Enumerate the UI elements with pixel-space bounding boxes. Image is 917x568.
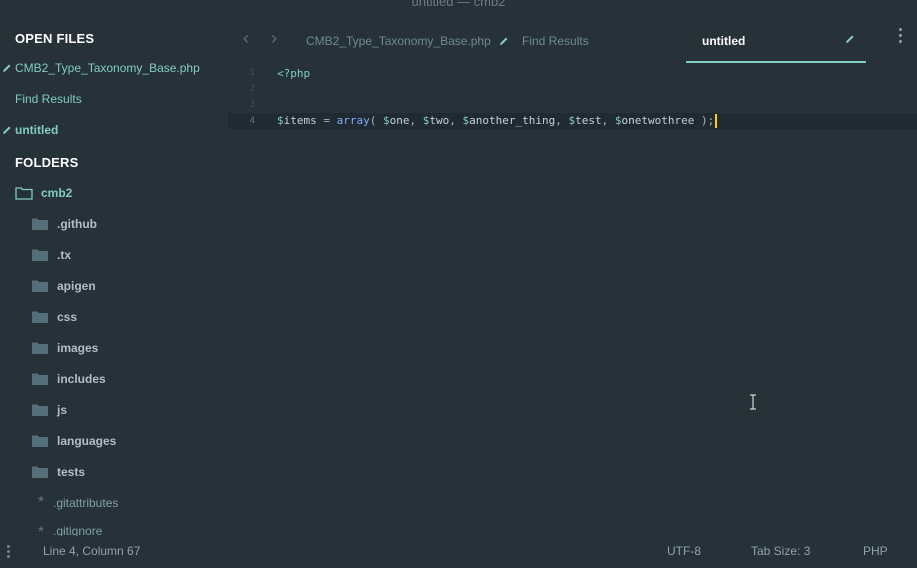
folder-item[interactable]: js — [31, 400, 67, 420]
tab-cmb2-type-taxonomy-base[interactable]: CMB2_Type_Taxonomy_Base.php — [306, 20, 509, 62]
folder-icon — [32, 404, 48, 416]
asterisk-icon: * — [37, 494, 45, 511]
folder-label: apigen — [57, 279, 96, 293]
code-line: 2 — [228, 81, 917, 97]
pencil-icon — [3, 126, 11, 134]
code-editor[interactable]: 1 <?php 2 3 4 $items = array( $one, $two… — [228, 64, 917, 536]
tab-find-results[interactable]: Find Results — [522, 20, 589, 62]
file-label: .gitattributes — [53, 496, 119, 510]
tab-size-selector[interactable]: Tab Size: 3 — [751, 544, 810, 558]
folder-icon — [32, 280, 48, 292]
status-bar: Line 4, Column 67 UTF-8 Tab Size: 3 PHP — [0, 536, 917, 568]
tab-label: Find Results — [522, 34, 589, 48]
folder-label: languages — [57, 434, 117, 448]
file-label: .gitignore — [53, 524, 103, 536]
folder-item[interactable]: .tx — [31, 245, 71, 265]
folder-label: css — [57, 310, 78, 324]
folder-item[interactable]: languages — [31, 431, 116, 451]
folder-label: .tx — [57, 248, 72, 262]
folder-item[interactable]: tests — [31, 462, 85, 482]
code-text: <?php — [277, 66, 311, 80]
open-file-item-active[interactable]: untitled — [0, 120, 58, 140]
tab-label: untitled — [702, 34, 746, 48]
folder-icon — [32, 311, 48, 323]
cursor-position: Line 4, Column 67 — [43, 544, 141, 558]
folder-item[interactable]: apigen — [31, 276, 96, 296]
folder-label: js — [57, 403, 68, 417]
folder-icon — [32, 466, 48, 478]
folder-item[interactable]: .github — [31, 214, 97, 234]
folder-icon — [32, 342, 48, 354]
open-file-label: CMB2_Type_Taxonomy_Base.php — [15, 61, 200, 75]
folder-label: .github — [57, 217, 97, 231]
tab-bar: ‹ › CMB2_Type_Taxonomy_Base.php Find Res… — [228, 20, 917, 64]
folder-label: cmb2 — [41, 186, 73, 200]
folder-label: includes — [57, 372, 106, 386]
file-item[interactable]: * .gitattributes — [35, 493, 119, 513]
folder-icon — [32, 218, 48, 230]
pencil-icon — [499, 37, 508, 45]
tab-label: CMB2_Type_Taxonomy_Base.php — [306, 34, 491, 48]
folder-icon — [32, 373, 48, 385]
folder-icon — [32, 249, 48, 261]
text-cursor-icon — [750, 394, 756, 410]
line-number: 4 — [249, 116, 255, 126]
open-file-label: untitled — [15, 123, 59, 137]
open-file-item[interactable]: CMB2_Type_Taxonomy_Base.php — [0, 58, 200, 78]
folder-root[interactable]: cmb2 — [15, 183, 72, 203]
code-text: $items = array( $one, $two, $another_thi… — [277, 114, 718, 128]
active-tab-indicator — [686, 61, 866, 63]
folder-item[interactable]: includes — [31, 369, 106, 389]
text-caret — [715, 114, 718, 128]
panel-toggle-icon[interactable] — [7, 545, 10, 558]
folder-icon — [32, 435, 48, 447]
file-item[interactable]: * .gitignore — [35, 524, 103, 536]
asterisk-icon: * — [37, 524, 45, 536]
line-number: 2 — [249, 84, 255, 94]
open-file-item[interactable]: Find Results — [15, 89, 82, 109]
code-line: 1 <?php — [228, 65, 917, 81]
pencil-icon — [3, 64, 11, 72]
line-number: 3 — [249, 100, 255, 110]
encoding-selector[interactable]: UTF-8 — [667, 544, 701, 558]
tab-untitled[interactable]: untitled — [702, 20, 745, 62]
folder-label: tests — [57, 465, 86, 479]
folder-item[interactable]: images — [31, 338, 98, 358]
folders-heading: FOLDERS — [15, 155, 79, 170]
open-files-heading: OPEN FILES — [15, 31, 95, 46]
folder-label: images — [57, 341, 99, 355]
folder-open-icon — [15, 187, 33, 200]
chevron-left-icon[interactable]: ‹ — [243, 28, 249, 49]
folder-item[interactable]: css — [31, 307, 77, 327]
pencil-icon — [846, 35, 854, 43]
syntax-selector[interactable]: PHP — [863, 544, 888, 558]
code-line-current: 4 $items = array( $one, $two, $another_t… — [228, 113, 917, 129]
sidebar: OPEN FILES CMB2_Type_Taxonomy_Base.php F… — [0, 0, 228, 536]
code-line: 3 — [228, 97, 917, 113]
more-menu-icon[interactable] — [899, 28, 905, 43]
line-number: 1 — [249, 68, 255, 78]
chevron-right-icon[interactable]: › — [271, 28, 277, 49]
open-file-label: Find Results — [15, 92, 82, 106]
